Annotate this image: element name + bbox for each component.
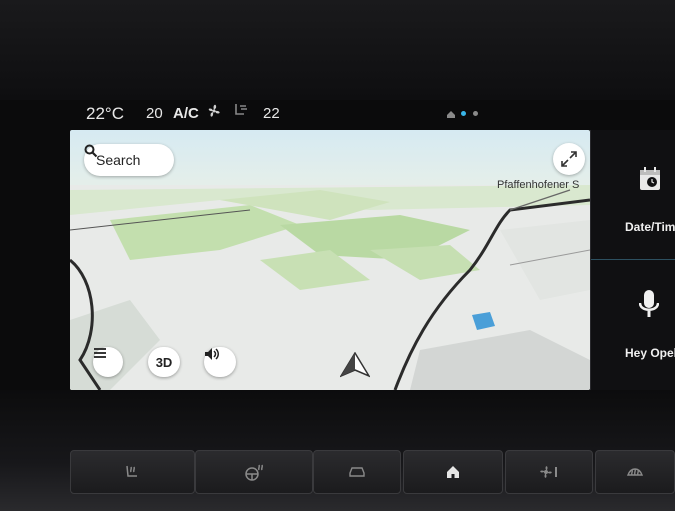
- microphone-icon: [639, 290, 659, 317]
- driver-temperature[interactable]: 22°C: [86, 104, 124, 124]
- car-settings-button[interactable]: [313, 450, 401, 494]
- defrost-button[interactable]: [595, 450, 675, 494]
- sound-button[interactable]: [204, 347, 236, 377]
- fan-level[interactable]: 20: [146, 105, 163, 122]
- passenger-temperature[interactable]: 22: [263, 105, 280, 122]
- home-button[interactable]: [403, 450, 503, 494]
- map-place-label: Pfaffenhofener S: [497, 179, 580, 191]
- hey-opel-label: Hey Opel: [625, 346, 675, 360]
- car-icon: [349, 467, 365, 477]
- search-label: Search: [96, 152, 141, 168]
- heated-steering-wheel-icon: [245, 464, 264, 481]
- screen-bezel-top: [0, 0, 675, 100]
- calendar-clock-icon: [640, 167, 660, 190]
- expand-icon: [561, 151, 577, 167]
- date-time-label: Date/Tim: [625, 220, 675, 234]
- menu-icon: [94, 348, 106, 358]
- volume-icon: [205, 348, 219, 360]
- menu-button[interactable]: [93, 347, 123, 377]
- expand-map-button[interactable]: [553, 143, 585, 175]
- heated-seat-icon: [125, 465, 137, 477]
- shortcut-panel: Date/Tim Hey Opel: [590, 130, 675, 390]
- page-dot-active[interactable]: [461, 111, 466, 116]
- page-dot[interactable]: [473, 111, 478, 116]
- heated-seat-button[interactable]: [70, 450, 195, 494]
- seat-airflow-icon[interactable]: [230, 102, 250, 124]
- voice-assistant-shortcut[interactable]: Hey Opel: [591, 260, 675, 390]
- climate-fan-icon: [540, 466, 557, 478]
- hardware-button-row: [70, 450, 675, 494]
- search-icon: [84, 144, 98, 158]
- page-indicator: [446, 109, 486, 119]
- ac-toggle[interactable]: A/C: [173, 105, 199, 122]
- home-icon: [447, 466, 459, 478]
- home-dot-icon: [447, 111, 455, 118]
- view-3d-button[interactable]: 3D: [148, 347, 180, 377]
- date-time-shortcut[interactable]: Date/Tim: [591, 130, 675, 260]
- defrost-icon: [626, 468, 644, 476]
- fan-icon[interactable]: [205, 102, 223, 124]
- climate-button[interactable]: [505, 450, 593, 494]
- climate-status-bar: 22°C 20 A/C 22: [70, 98, 675, 130]
- heated-steering-button[interactable]: [195, 450, 313, 494]
- search-button[interactable]: Search: [84, 144, 174, 176]
- navigation-map[interactable]: Search Pfaffenhofener S 3D: [70, 130, 590, 390]
